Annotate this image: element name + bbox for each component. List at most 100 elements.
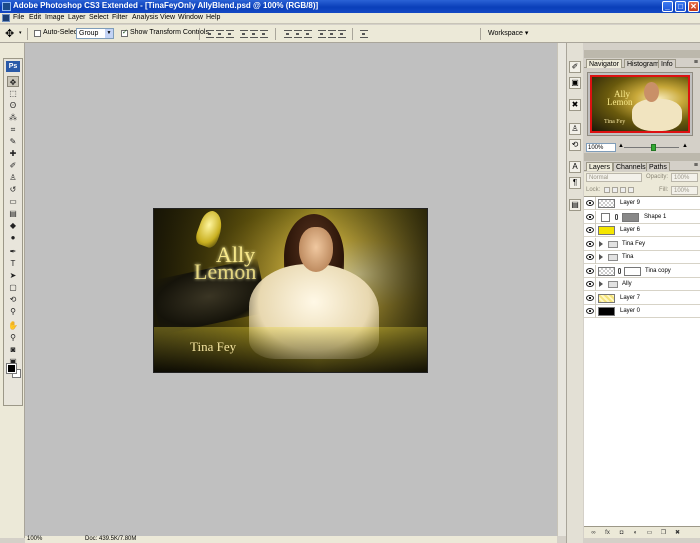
lock-pixels-icon[interactable] — [612, 187, 618, 193]
canvas-area[interactable]: Ally Lemon Tina Fey — [25, 43, 557, 536]
status-doc-info[interactable]: Doc: 439.5K/7.80M — [85, 536, 136, 542]
trash-icon[interactable]: ✖ — [673, 529, 682, 537]
menu-help[interactable]: Help — [206, 14, 220, 21]
distribute-hcenter-icon[interactable] — [328, 30, 336, 38]
zoom-out-icon[interactable]: ▲ — [618, 143, 624, 149]
menu-image[interactable]: Image — [45, 14, 64, 21]
align-bottom-icon[interactable] — [226, 30, 234, 38]
workspace-button[interactable]: Workspace ▾ — [488, 28, 538, 40]
align-left-icon[interactable] — [240, 30, 248, 38]
blur-tool[interactable]: ◆ — [7, 220, 19, 231]
character-icon[interactable]: A — [569, 161, 581, 173]
minimize-button[interactable]: _ — [662, 1, 673, 12]
move-tool-icon[interactable]: ✥ — [5, 27, 14, 40]
menu-layer[interactable]: Layer — [68, 14, 86, 21]
menu-filter[interactable]: Filter — [112, 14, 128, 21]
align-right-icon[interactable] — [260, 30, 268, 38]
link-icon[interactable]: ∞ — [589, 529, 598, 537]
pen-tool[interactable]: ✒ — [7, 246, 19, 257]
visibility-toggle[interactable] — [584, 291, 596, 305]
hand-tool[interactable]: ✋ — [7, 320, 19, 331]
move-tool[interactable]: ✥ — [7, 76, 19, 87]
ps-menu-icon[interactable] — [2, 14, 10, 22]
auto-select-dropdown[interactable]: Group ▼ — [76, 28, 114, 39]
navigator-preview[interactable]: Ally Lemon Tina Fey — [590, 75, 690, 133]
navigator-view[interactable]: Ally Lemon Tina Fey — [587, 72, 693, 136]
expand-triangle-icon[interactable] — [599, 254, 603, 260]
layer-row[interactable]: Tina copy — [584, 264, 700, 278]
folder-icon[interactable]: ▭ — [645, 529, 654, 537]
healing-brush-tool[interactable]: ✚ — [7, 148, 19, 159]
tool-preset-dropdown-icon[interactable]: ▾ — [19, 30, 22, 36]
visibility-toggle[interactable] — [584, 251, 596, 264]
layer-row[interactable]: Tina — [584, 251, 700, 264]
lock-position-icon[interactable] — [620, 187, 626, 193]
tool-preset-icon[interactable]: ▣ — [569, 77, 581, 89]
auto-align-icon[interactable] — [360, 30, 368, 38]
type-tool[interactable]: T — [7, 258, 19, 269]
history-brush-tool[interactable]: ↺ — [7, 184, 19, 195]
panel-menu-icon[interactable]: ≡ — [694, 59, 698, 66]
align-hcenter-icon[interactable] — [250, 30, 258, 38]
navigator-slider-thumb[interactable] — [651, 144, 657, 151]
tab-histogram[interactable]: Histogram — [624, 59, 662, 68]
distribute-vcenter-icon[interactable] — [294, 30, 302, 38]
zoom-in-icon[interactable]: ▲ — [682, 143, 688, 149]
clone-source-icon[interactable]: ♙ — [569, 123, 581, 135]
navigator-zoom-field[interactable]: 100% — [586, 143, 616, 152]
auto-select-checkbox[interactable] — [34, 30, 41, 37]
visibility-toggle[interactable] — [584, 237, 596, 251]
new-layer-icon[interactable]: ❐ — [659, 529, 668, 537]
panel-menu-icon[interactable]: ≡ — [694, 162, 698, 169]
tab-layers[interactable]: Layers — [586, 162, 614, 171]
show-transform-checkbox[interactable] — [121, 28, 128, 37]
paragraph-icon[interactable]: ¶ — [569, 177, 581, 189]
visibility-toggle[interactable] — [584, 264, 596, 278]
eyedropper-tool[interactable]: ⚲ — [7, 306, 19, 317]
layer-row[interactable]: Layer 7 — [584, 291, 700, 305]
path-selection-tool[interactable]: ➤ — [7, 270, 19, 281]
layer-row[interactable]: Layer 9 — [584, 197, 700, 210]
visibility-toggle[interactable] — [584, 197, 596, 210]
layer-row[interactable]: Ally — [584, 278, 700, 291]
expand-triangle-icon[interactable] — [599, 240, 603, 247]
tab-navigator[interactable]: Navigator — [586, 59, 622, 68]
visibility-toggle[interactable] — [584, 210, 596, 224]
lock-transparency-icon[interactable] — [604, 187, 610, 193]
tab-info[interactable]: Info — [658, 59, 676, 68]
crop-tool[interactable]: ⌗ — [7, 124, 19, 135]
status-zoom[interactable]: 100% — [27, 536, 42, 542]
menu-analysis[interactable]: Analysis — [132, 14, 158, 21]
quick-mask-tool[interactable]: ◙ — [7, 344, 19, 355]
layer-row[interactable]: Shape 1 — [584, 210, 700, 224]
distribute-left-icon[interactable] — [318, 30, 326, 38]
maximize-button[interactable]: □ — [675, 1, 686, 12]
visibility-toggle[interactable] — [584, 224, 596, 237]
distribute-top-icon[interactable] — [284, 30, 292, 38]
close-button[interactable]: ✕ — [688, 1, 699, 12]
visibility-toggle[interactable] — [584, 305, 596, 318]
eraser-tool[interactable]: ▭ — [7, 196, 19, 207]
navigator-panel-header[interactable] — [584, 50, 700, 58]
align-vcenter-icon[interactable] — [216, 30, 224, 38]
mask-icon[interactable]: ◘ — [617, 529, 626, 537]
menu-file[interactable]: File — [13, 14, 24, 21]
history-icon[interactable]: ⟲ — [569, 139, 581, 151]
blend-mode-dropdown[interactable]: Normal — [586, 173, 642, 182]
marquee-tool[interactable]: ⬚ — [7, 88, 19, 99]
3d-rotate-tool[interactable]: ⟲ — [7, 294, 19, 305]
menu-view[interactable]: View — [160, 14, 175, 21]
menu-select[interactable]: Select — [89, 14, 108, 21]
gradient-tool[interactable]: ▤ — [7, 208, 19, 219]
distribute-bottom-icon[interactable] — [304, 30, 312, 38]
tab-channels[interactable]: Channels — [613, 162, 649, 171]
distribute-right-icon[interactable] — [338, 30, 346, 38]
layer-row[interactable]: Layer 0 — [584, 305, 700, 318]
menu-edit[interactable]: Edit — [29, 14, 41, 21]
fx-icon[interactable]: fx — [603, 529, 612, 537]
actions-icon[interactable]: ▤ — [569, 199, 581, 211]
brush-preset-icon[interactable]: ✐ — [569, 61, 581, 73]
zoom-tool[interactable]: ⚲ — [7, 332, 19, 343]
dodge-tool[interactable]: ● — [7, 232, 19, 243]
lock-all-icon[interactable] — [628, 187, 634, 193]
